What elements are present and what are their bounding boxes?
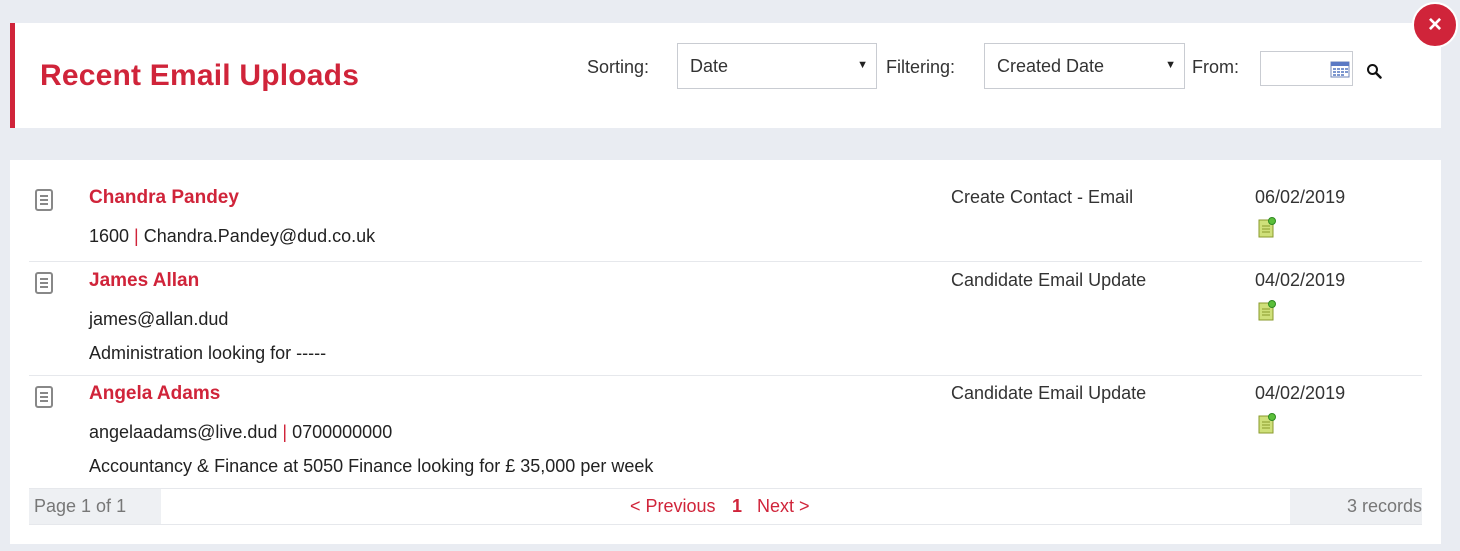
contact-id: 1600: [89, 226, 130, 246]
upload-type: Candidate Email Update: [951, 270, 1147, 290]
page-info: Page 1 of 1: [29, 489, 161, 524]
contact-email: angelaadams@live.dud: [89, 422, 278, 442]
from-date-input[interactable]: [1260, 51, 1353, 86]
list-item: James Allan james@allan.dud Administrati…: [29, 262, 1422, 376]
contact-summary: Administration looking for -----: [89, 343, 327, 363]
upload-type: Candidate Email Update: [951, 383, 1147, 403]
from-label: From:: [1192, 57, 1239, 77]
dropdown-arrow-icon: ▼: [1165, 59, 1176, 71]
filtering-select-value: Created Date: [997, 55, 1105, 76]
search-icon[interactable]: [1366, 63, 1382, 79]
sorting-label: Sorting:: [587, 57, 650, 77]
upload-date: 04/02/2019: [1255, 383, 1346, 403]
note-icon[interactable]: [1257, 413, 1277, 435]
sorting-select[interactable]: Date ▼: [677, 43, 877, 89]
next-page-link[interactable]: Next >: [757, 496, 810, 517]
dropdown-arrow-icon: ▼: [857, 59, 868, 71]
sorting-select-value: Date: [690, 55, 729, 76]
contact-name-link[interactable]: James Allan: [89, 270, 199, 292]
contact-name-link[interactable]: Angela Adams: [89, 383, 220, 405]
contact-phone: 0700000000: [292, 422, 393, 442]
contact-email: james@allan.dud: [89, 309, 229, 329]
separator: |: [129, 226, 144, 246]
document-icon: [35, 272, 53, 294]
contact-details: 1600 | Chandra.Pandey@dud.co.uk: [89, 226, 375, 247]
upload-date: 06/02/2019: [1255, 187, 1346, 207]
close-icon: ×: [1427, 11, 1442, 38]
calendar-icon[interactable]: [1330, 60, 1350, 78]
document-icon: [35, 189, 53, 211]
list-item: Chandra Pandey 1600 | Chandra.Pandey@dud…: [29, 178, 1422, 262]
contact-email: Chandra.Pandey@dud.co.uk: [143, 226, 376, 246]
current-page: 1: [732, 496, 743, 516]
separator: |: [277, 422, 293, 442]
pagination-bar: Page 1 of 1 < Previous 1 Next > 3 record…: [29, 489, 1422, 525]
header-panel: Recent Email Uploads Sorting: Date ▼ Fil…: [10, 23, 1441, 128]
contact-details: angelaadams@live.dud | 0700000000: [89, 422, 392, 443]
previous-page-link[interactable]: < Previous: [630, 496, 716, 517]
upload-type: Create Contact - Email: [951, 187, 1134, 207]
email-uploads-list: Chandra Pandey 1600 | Chandra.Pandey@dud…: [10, 160, 1441, 544]
contact-name-link[interactable]: Chandra Pandey: [89, 187, 239, 209]
contact-summary: Accountancy & Finance at 5050 Finance lo…: [89, 456, 654, 476]
upload-date: 04/02/2019: [1255, 270, 1346, 290]
page-title: Recent Email Uploads: [40, 59, 360, 92]
document-icon: [35, 386, 53, 408]
filtering-select[interactable]: Created Date ▼: [984, 43, 1185, 89]
note-icon[interactable]: [1257, 300, 1277, 322]
close-button[interactable]: ×: [1412, 2, 1458, 48]
contact-details: james@allan.dud: [89, 309, 228, 330]
filtering-label: Filtering:: [886, 57, 956, 77]
list-item: Angela Adams angelaadams@live.dud | 0700…: [29, 376, 1422, 489]
note-icon[interactable]: [1257, 217, 1277, 239]
record-count: 3 records: [1290, 489, 1422, 524]
